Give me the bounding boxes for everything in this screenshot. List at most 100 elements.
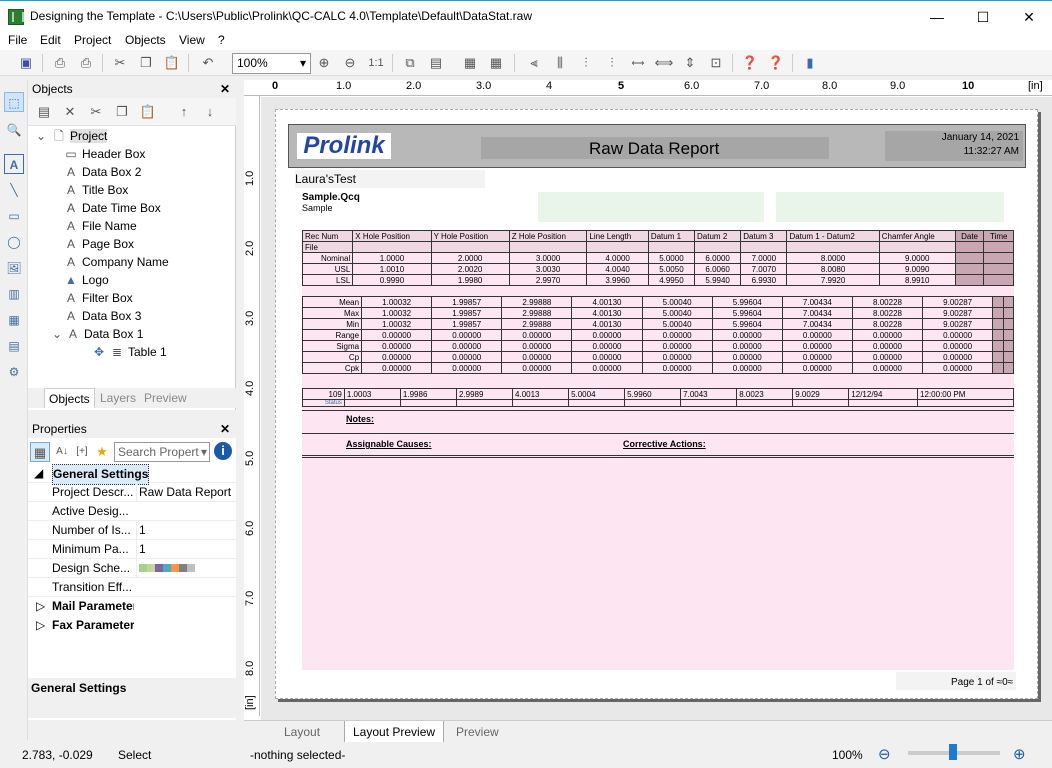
tree-item-date-time-box[interactable]: A Date Time Box <box>34 199 234 217</box>
tab-objects[interactable]: Objects <box>44 388 95 408</box>
paste-icon[interactable]: 📋 <box>138 102 158 122</box>
zoom-in-icon[interactable]: ⊕ <box>1013 742 1026 768</box>
tab-preview[interactable]: Preview <box>140 388 191 408</box>
logo[interactable]: Prolink <box>297 133 391 159</box>
tree-item-table-1[interactable]: ✥ ≣ Table 1 <box>34 343 234 361</box>
properties-icon[interactable]: ▤ <box>34 102 54 122</box>
property-row[interactable]: Number of Is... 1 <box>28 521 236 540</box>
bring-front-icon[interactable]: ▦ <box>460 53 480 73</box>
tab-layers[interactable]: Layers <box>96 388 140 408</box>
tree-item-company-name[interactable]: A Company Name <box>34 253 234 271</box>
tab-layout[interactable]: Layout <box>276 721 328 743</box>
menu-project[interactable]: Project <box>74 33 111 47</box>
zoom-out-icon[interactable]: ⊖ <box>340 53 360 73</box>
report-time[interactable]: 11:32:27 AM <box>939 146 1019 157</box>
tab-preview[interactable]: Preview <box>448 721 507 743</box>
property-row[interactable]: Minimum Pa... 1 <box>28 540 236 559</box>
undo-icon[interactable]: ↶ <box>198 53 218 73</box>
property-row[interactable]: Design Sche... <box>28 559 236 578</box>
minimize-button[interactable]: — <box>914 1 960 33</box>
ellipse-tool-icon[interactable]: ◯ <box>4 232 24 252</box>
property-row[interactable]: Transition Eff... <box>28 578 236 597</box>
tab-layout-preview[interactable]: Layout Preview <box>344 721 445 743</box>
zoom-actual-icon[interactable]: 1:1 <box>366 53 386 73</box>
image-tool-icon[interactable]: 🖼 <box>4 258 24 278</box>
menu-help[interactable]: ? <box>218 33 225 47</box>
close-button[interactable]: ✕ <box>1006 1 1052 33</box>
menu-edit[interactable]: Edit <box>40 33 61 47</box>
page-number[interactable]: Page 1 of ≈0≈ <box>951 677 1013 688</box>
tree-item-project[interactable]: ⌄ 🗋 Project <box>34 127 234 145</box>
sort-alpha-icon[interactable]: A↓ <box>52 442 72 462</box>
formatted-text-tool-icon[interactable]: ▤ <box>4 336 24 356</box>
close-icon[interactable]: ✕ <box>220 420 230 438</box>
menu-file[interactable]: File <box>8 33 27 47</box>
tree-item-logo[interactable]: ▲ Logo <box>34 271 234 289</box>
zoom-in-icon[interactable]: ⊕ <box>314 53 334 73</box>
tree-item-page-box[interactable]: A Page Box <box>34 235 234 253</box>
cut-icon[interactable]: ✂ <box>86 102 106 122</box>
property-group-fax[interactable]: ▷ Fax Parameter <box>28 616 236 635</box>
zoom-out-icon[interactable]: ⊖ <box>878 742 891 768</box>
zoom-select[interactable]: 100% ▾ <box>232 53 311 74</box>
page-setup-icon[interactable]: ⧉ <box>400 53 420 73</box>
close-icon[interactable]: ✕ <box>220 80 230 98</box>
print-icon[interactable]: ⎙ <box>50 53 70 73</box>
table-tool-icon[interactable]: ▦ <box>4 310 24 330</box>
tree-item-data-box-1[interactable]: ⌄ A Data Box 1 <box>34 325 234 343</box>
help-icon[interactable]: ❓ <box>740 53 760 73</box>
cut-icon[interactable]: ✂ <box>110 53 130 73</box>
property-row[interactable]: Active Desig... <box>28 502 236 521</box>
tree-item-header-box[interactable]: ▭ Header Box <box>34 145 234 163</box>
line-tool-icon[interactable]: ╲ <box>4 180 24 200</box>
align-bottom-icon[interactable]: ⫶ <box>602 53 622 73</box>
report-container-icon[interactable]: ⚙ <box>4 362 24 382</box>
header-box[interactable]: Prolink Raw Data Report January 14, 2021… <box>288 124 1026 168</box>
same-size-icon[interactable]: ⊡ <box>706 53 726 73</box>
favorites-icon[interactable]: ★ <box>92 442 112 462</box>
space-horizontal-icon[interactable]: ⟷ <box>628 53 648 73</box>
tree-item-filter-box[interactable]: A Filter Box <box>34 289 234 307</box>
report-date[interactable]: January 14, 2021 <box>939 132 1019 143</box>
copy-icon[interactable]: ❐ <box>112 102 132 122</box>
menu-view[interactable]: View <box>179 33 205 47</box>
maximize-button[interactable]: ☐ <box>960 1 1006 33</box>
zoom-slider-thumb[interactable] <box>949 744 957 760</box>
move-down-icon[interactable]: ↓ <box>200 102 220 122</box>
copy-icon[interactable]: ❐ <box>136 53 156 73</box>
align-top-icon[interactable]: ⫶ <box>576 53 596 73</box>
property-group-mail[interactable]: ▷ Mail Parameter <box>28 597 236 616</box>
tree-item-data-box-3[interactable]: A Data Box 3 <box>34 307 234 325</box>
save-icon[interactable]: ▣ <box>16 53 36 73</box>
print-preview-icon[interactable]: ⎙ <box>76 53 96 73</box>
rectangle-tool-icon[interactable]: ▭ <box>4 206 24 226</box>
context-help-icon[interactable]: ❓ <box>766 53 786 73</box>
property-group-general[interactable]: ◢ General Settings <box>28 464 236 485</box>
company-name[interactable]: Laura'sTest <box>295 170 485 188</box>
tree-item-title-box[interactable]: A Title Box <box>34 181 234 199</box>
delete-icon[interactable]: ✕ <box>60 102 80 122</box>
menu-objects[interactable]: Objects <box>125 33 166 47</box>
move-up-icon[interactable]: ↑ <box>174 102 194 122</box>
expand-all-icon[interactable]: [+] <box>72 442 92 462</box>
align-left-icon[interactable]: ⫷ <box>524 53 544 73</box>
same-height-icon[interactable]: ⇕ <box>680 53 700 73</box>
properties-icon[interactable]: ▤ <box>426 53 446 73</box>
property-search-input[interactable]: Search Propert ▾ <box>114 442 210 462</box>
report-canvas[interactable]: Prolink Raw Data Report January 14, 2021… <box>261 97 1052 720</box>
report-page[interactable]: Prolink Raw Data Report January 14, 2021… <box>275 109 1038 699</box>
info-icon[interactable]: i <box>214 442 232 460</box>
property-row[interactable]: Project Descr... Raw Data Report <box>28 483 236 502</box>
exit-designer-icon[interactable]: ▮ <box>800 53 820 73</box>
filter-box[interactable]: Sample.Qcq Sample <box>302 192 360 213</box>
report-title[interactable]: Raw Data Report <box>589 139 719 159</box>
tree-item-data-box-2[interactable]: A Data Box 2 <box>34 163 234 181</box>
zoom-tool-icon[interactable]: 🔍 <box>4 120 24 140</box>
barcode-tool-icon[interactable]: ▥ <box>4 284 24 304</box>
paste-icon[interactable]: 📋 <box>162 53 182 73</box>
text-tool-icon[interactable]: A <box>4 154 24 174</box>
categorized-icon[interactable]: ▦ <box>30 442 50 462</box>
send-back-icon[interactable]: ▦ <box>486 53 506 73</box>
same-width-icon[interactable]: ⟺ <box>654 53 674 73</box>
align-center-icon[interactable]: ⫼ <box>550 53 570 73</box>
